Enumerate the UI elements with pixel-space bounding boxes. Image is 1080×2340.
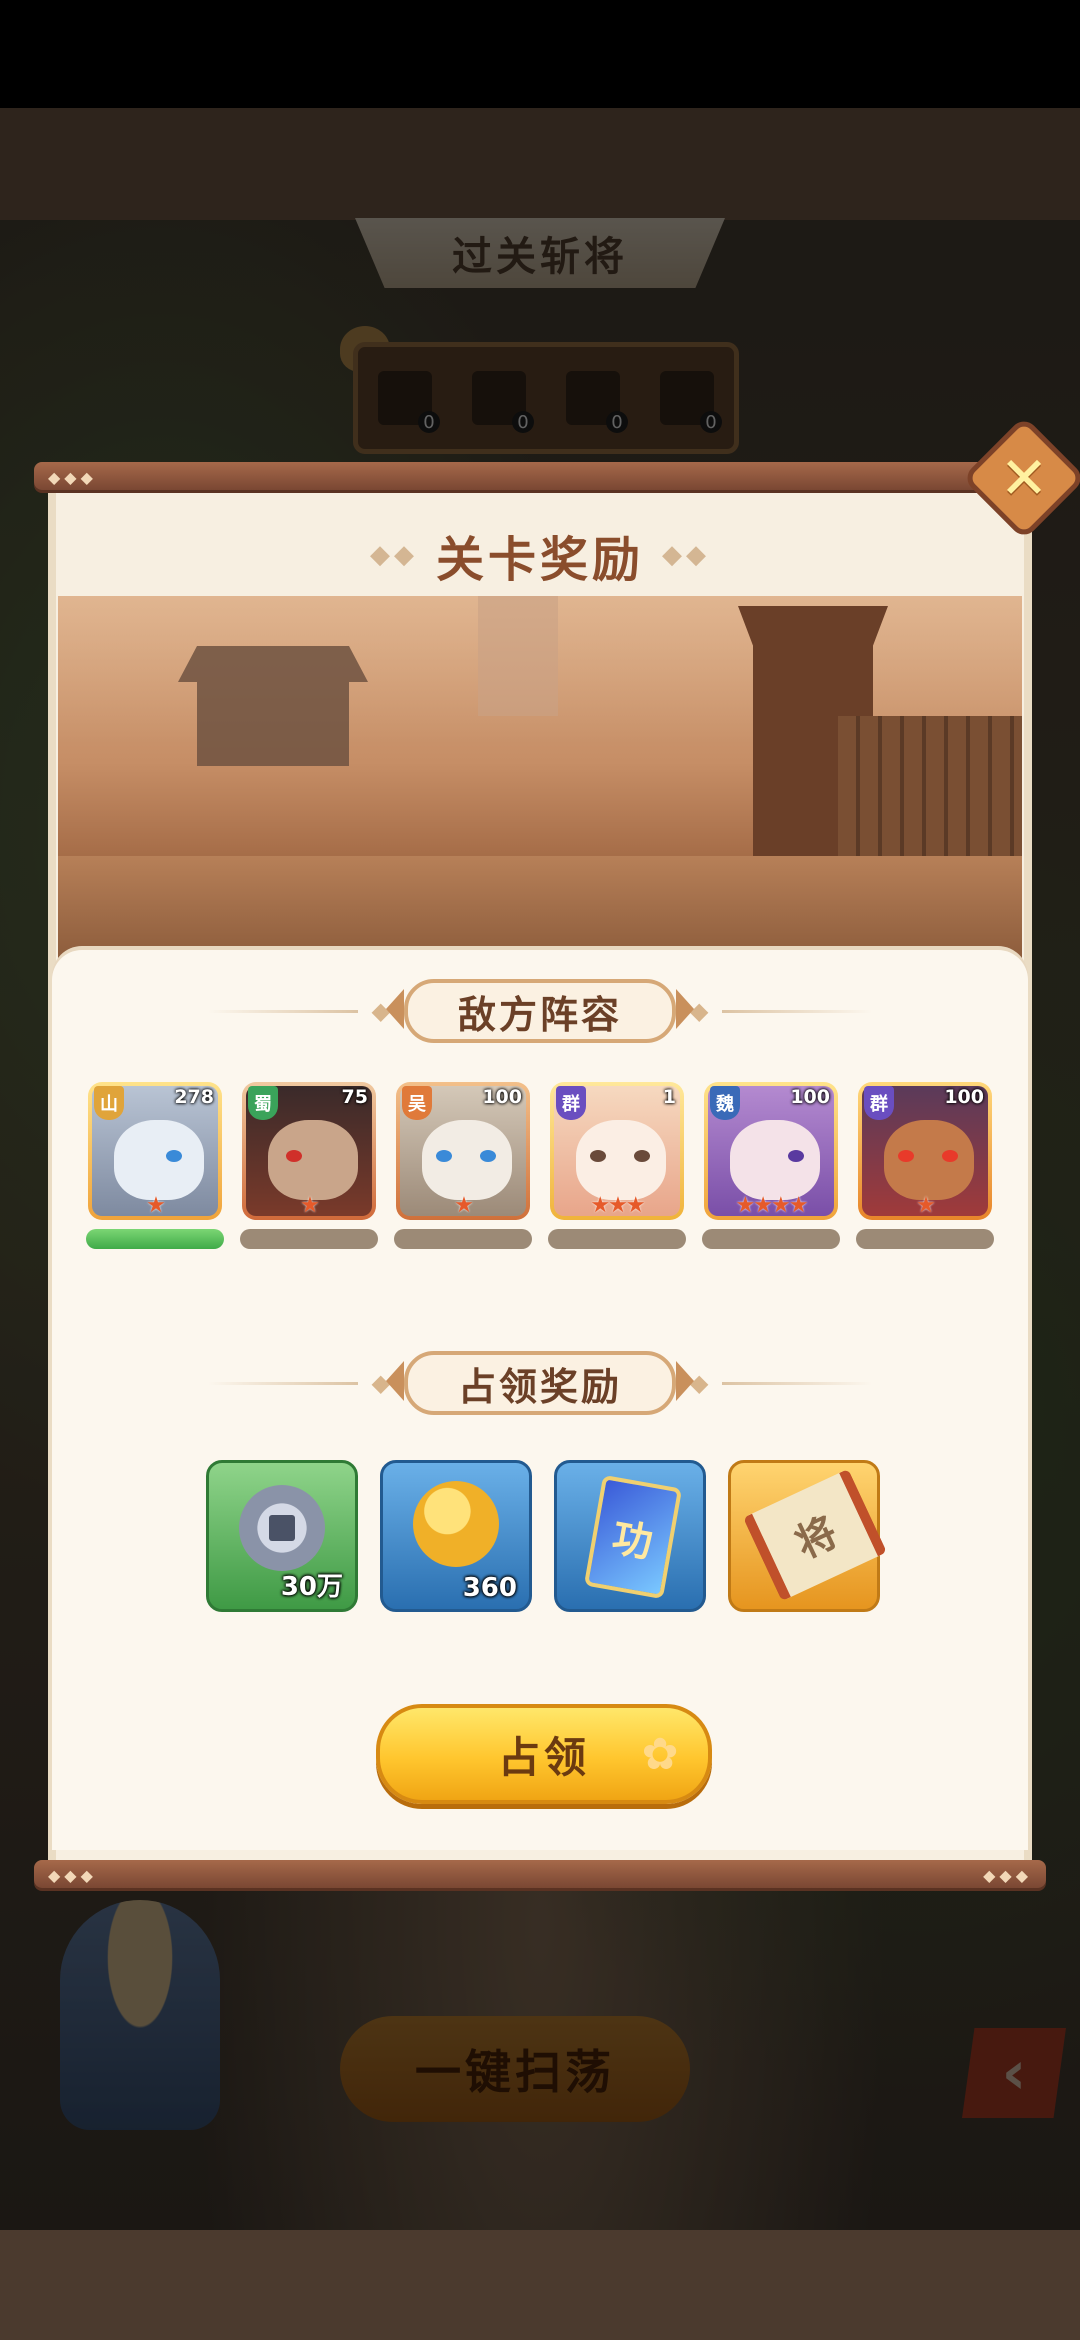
modal-top-rail: ◆◆◆ xyxy=(34,462,1046,490)
hero-stars: ★ xyxy=(454,1193,474,1218)
reward-amount: 30万 xyxy=(280,1572,343,1602)
faction-badge: 蜀 xyxy=(248,1086,278,1120)
hero-face xyxy=(884,1120,974,1200)
modal-title-row: ◆◆ 关卡奖励 ◆◆ xyxy=(48,510,1032,600)
title-ornament: ◆◆ xyxy=(369,540,418,570)
modal-bottom-rail: ◆◆◆ ◆◆◆ xyxy=(34,1860,1046,1888)
hp-fill xyxy=(86,1229,224,1249)
reward-amount: 360 xyxy=(462,1573,517,1603)
bottom-bar xyxy=(0,2230,1080,2340)
reward-general-scroll[interactable]: 将 xyxy=(728,1460,888,1612)
enemy-hero-card[interactable]: 吴 100 ★ xyxy=(396,1082,530,1220)
hero-eye xyxy=(436,1150,452,1162)
faction-badge: 群 xyxy=(556,1086,586,1120)
hero-eye xyxy=(634,1150,650,1162)
hero-eye xyxy=(480,1150,496,1162)
hero-hp-bar xyxy=(702,1229,840,1249)
hero-hp-bar xyxy=(394,1229,532,1249)
hero-stars: ★ xyxy=(300,1193,320,1218)
hero-stars: ★★★ xyxy=(590,1193,645,1218)
modal-title: 关卡奖励 xyxy=(435,532,644,588)
hero-hp-bar xyxy=(856,1229,994,1249)
hero-level: 278 xyxy=(174,1086,214,1108)
hero-stars: ★★★★ xyxy=(735,1193,809,1218)
enemy-hero-card[interactable]: 群 1 ★★★ xyxy=(550,1082,684,1220)
reward-gold-coin[interactable]: 360 xyxy=(380,1460,532,1612)
status-bar xyxy=(0,0,1080,108)
title-ornament: ◆◆ xyxy=(662,540,710,570)
reward-merit-card[interactable]: 功 xyxy=(554,1460,706,1612)
divider-line xyxy=(207,1381,358,1385)
hero-stars: ★ xyxy=(146,1193,166,1218)
enemy-hero-card[interactable]: 山 278 ★ xyxy=(88,1082,222,1220)
hero-eye xyxy=(286,1150,302,1162)
enemy-hero-card[interactable]: 魏 100 ★★★★ xyxy=(704,1082,838,1220)
enemy-hero-card[interactable]: 群 100 ★ xyxy=(858,1082,992,1220)
reward-copper-coin[interactable]: 30万 xyxy=(206,1460,358,1612)
occupy-label: 占领 xyxy=(497,1732,590,1782)
faction-badge: 群 xyxy=(864,1086,894,1120)
hero-eye xyxy=(788,1150,804,1162)
hero-level: 1 xyxy=(662,1086,676,1108)
close-icon[interactable]: ✕ xyxy=(980,434,1068,522)
hero-hp-bar xyxy=(86,1229,224,1249)
scene-house xyxy=(178,646,368,766)
copper-coin-icon xyxy=(239,1485,325,1571)
merit-card-icon: 功 xyxy=(583,1474,683,1600)
divider-line xyxy=(722,1381,873,1385)
enemy-section-title: 敌方阵容 xyxy=(457,992,622,1037)
scene-pillar xyxy=(478,596,558,716)
hero-level: 75 xyxy=(341,1086,368,1108)
general-scroll-icon: 将 xyxy=(742,1468,888,1602)
hero-face xyxy=(422,1120,512,1200)
hero-face xyxy=(730,1120,820,1200)
divider-line xyxy=(207,1009,358,1013)
faction-badge: 魏 xyxy=(710,1086,740,1120)
reward-section-title: 占领奖励 xyxy=(457,1364,622,1409)
hero-level: 100 xyxy=(790,1086,830,1108)
hero-eye xyxy=(590,1150,606,1162)
enemy-hero-card[interactable]: 蜀 75 ★ xyxy=(242,1082,376,1220)
reward-section-plaque: 占领奖励 xyxy=(385,1351,695,1415)
stage-scene-image xyxy=(58,596,1022,966)
faction-badge: 吴 xyxy=(402,1086,432,1120)
hero-face xyxy=(114,1120,204,1200)
hero-eye xyxy=(898,1150,914,1162)
rail-ornament: ◆◆◆ xyxy=(48,468,97,487)
paw-icon: ✿ xyxy=(641,1729,683,1780)
hero-stars: ★ xyxy=(916,1193,936,1218)
coin-hole xyxy=(269,1515,295,1541)
hero-level: 100 xyxy=(944,1086,984,1108)
enemy-section-header: ◆ 敌方阵容 ◆ xyxy=(52,979,1028,1043)
divider-line xyxy=(722,1009,873,1013)
faction-badge: 山 xyxy=(94,1086,124,1120)
rail-ornament: ◆◆◆ xyxy=(48,1866,97,1885)
hero-face xyxy=(576,1120,666,1200)
hero-hp-bar xyxy=(548,1229,686,1249)
hero-hp-bar xyxy=(240,1229,378,1249)
occupy-button[interactable]: 占领 ✿ xyxy=(376,1704,712,1804)
hero-eye xyxy=(166,1150,182,1162)
hero-level: 100 xyxy=(482,1086,522,1108)
hero-face xyxy=(268,1120,358,1200)
rail-ornament: ◆◆◆ xyxy=(983,1866,1032,1885)
hero-eye xyxy=(942,1150,958,1162)
reward-section-header: ◆ 占领奖励 ◆ xyxy=(52,1351,1028,1415)
enemy-section-plaque: 敌方阵容 xyxy=(385,979,695,1043)
gold-coin-icon xyxy=(413,1481,499,1567)
